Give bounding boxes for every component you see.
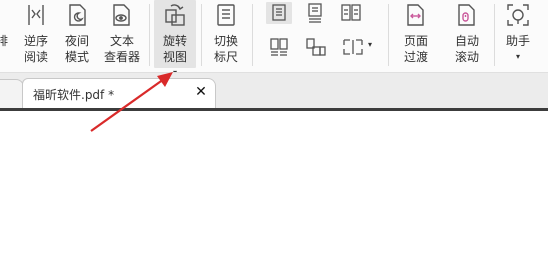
split-view-button[interactable]: ▾ <box>340 36 380 58</box>
auto-scroll-label-1: 自动 <box>454 34 479 48</box>
ribbon-toolbar: 排 逆序 阅读 夜间 模式 文本 查看器 旋转 视图 切换 标尺 ▾ 页面 过渡… <box>0 0 548 77</box>
rotate-view-button[interactable]: 旋转 视图▾ <box>154 0 196 77</box>
partial-layout-button[interactable]: 排 <box>0 0 12 68</box>
facing-page-icon <box>341 4 361 21</box>
partial-layout-label: 排 <box>0 34 8 48</box>
cover-page-button[interactable] <box>302 36 328 58</box>
separator <box>201 4 202 66</box>
toggle-ruler-label-2: 标尺 <box>213 50 238 64</box>
continuous-page-icon <box>308 3 322 23</box>
document-canvas[interactable] <box>0 111 548 269</box>
text-viewer-label-1: 文本 <box>109 34 134 48</box>
auto-scroll-button[interactable]: 自动 滚动 <box>449 0 485 68</box>
ruler-icon <box>217 4 235 26</box>
night-mode-label-2: 模式 <box>64 50 89 64</box>
separator <box>494 4 495 66</box>
page-transition-label-1: 页面 <box>403 34 428 48</box>
single-page-icon <box>272 4 286 21</box>
reverse-reading-label-2: 阅读 <box>23 50 48 64</box>
tab-active-document[interactable]: 福昕软件.pdf * ✕ <box>22 78 216 110</box>
text-viewer-button[interactable]: 文本 查看器 <box>100 0 144 68</box>
single-page-button[interactable] <box>266 2 292 24</box>
continuous-page-button[interactable] <box>302 2 328 24</box>
auto-scroll-icon <box>458 4 475 26</box>
cover-page-icon <box>306 38 326 56</box>
tab-previous[interactable] <box>0 79 24 109</box>
facing-page-button[interactable] <box>338 2 364 24</box>
assistant-icon <box>507 4 529 26</box>
night-mode-icon <box>69 4 86 26</box>
close-icon[interactable]: ✕ <box>193 84 209 100</box>
continuous-facing-icon <box>270 38 288 56</box>
toggle-ruler-label-1: 切换 <box>213 34 238 48</box>
rotate-view-label-2: 视图 <box>162 50 187 64</box>
text-viewer-icon <box>113 4 130 26</box>
document-tab-bar: 福昕软件.pdf * ✕ <box>0 72 548 110</box>
reverse-reading-icon <box>28 5 44 25</box>
assistant-label: 助手 <box>505 34 530 48</box>
auto-scroll-label-2: 滚动 <box>454 50 479 64</box>
assistant-button[interactable]: 助手 ▾ <box>500 0 536 68</box>
page-transition-icon <box>407 4 424 26</box>
text-viewer-label-2: 查看器 <box>103 50 140 64</box>
toggle-ruler-button[interactable]: 切换 标尺 <box>208 0 244 68</box>
reverse-reading-button[interactable]: 逆序 阅读 <box>20 0 52 68</box>
chevron-down-icon: ▾ <box>368 40 373 49</box>
page-transition-label-2: 过渡 <box>403 50 428 64</box>
page-transition-button[interactable]: 页面 过渡 <box>398 0 434 68</box>
separator <box>149 4 150 66</box>
chevron-down-icon: ▾ <box>515 52 520 61</box>
rotate-view-label-1: 旋转 <box>162 34 187 48</box>
tab-title: 福昕软件.pdf * <box>33 88 115 102</box>
split-view-icon <box>343 39 363 55</box>
separator <box>388 4 389 66</box>
continuous-facing-button[interactable] <box>266 36 292 58</box>
reverse-reading-label-1: 逆序 <box>23 34 48 48</box>
night-mode-label-1: 夜间 <box>64 34 89 48</box>
separator <box>252 4 253 66</box>
rotate-view-icon <box>165 4 185 26</box>
night-mode-button[interactable]: 夜间 模式 <box>60 0 94 68</box>
